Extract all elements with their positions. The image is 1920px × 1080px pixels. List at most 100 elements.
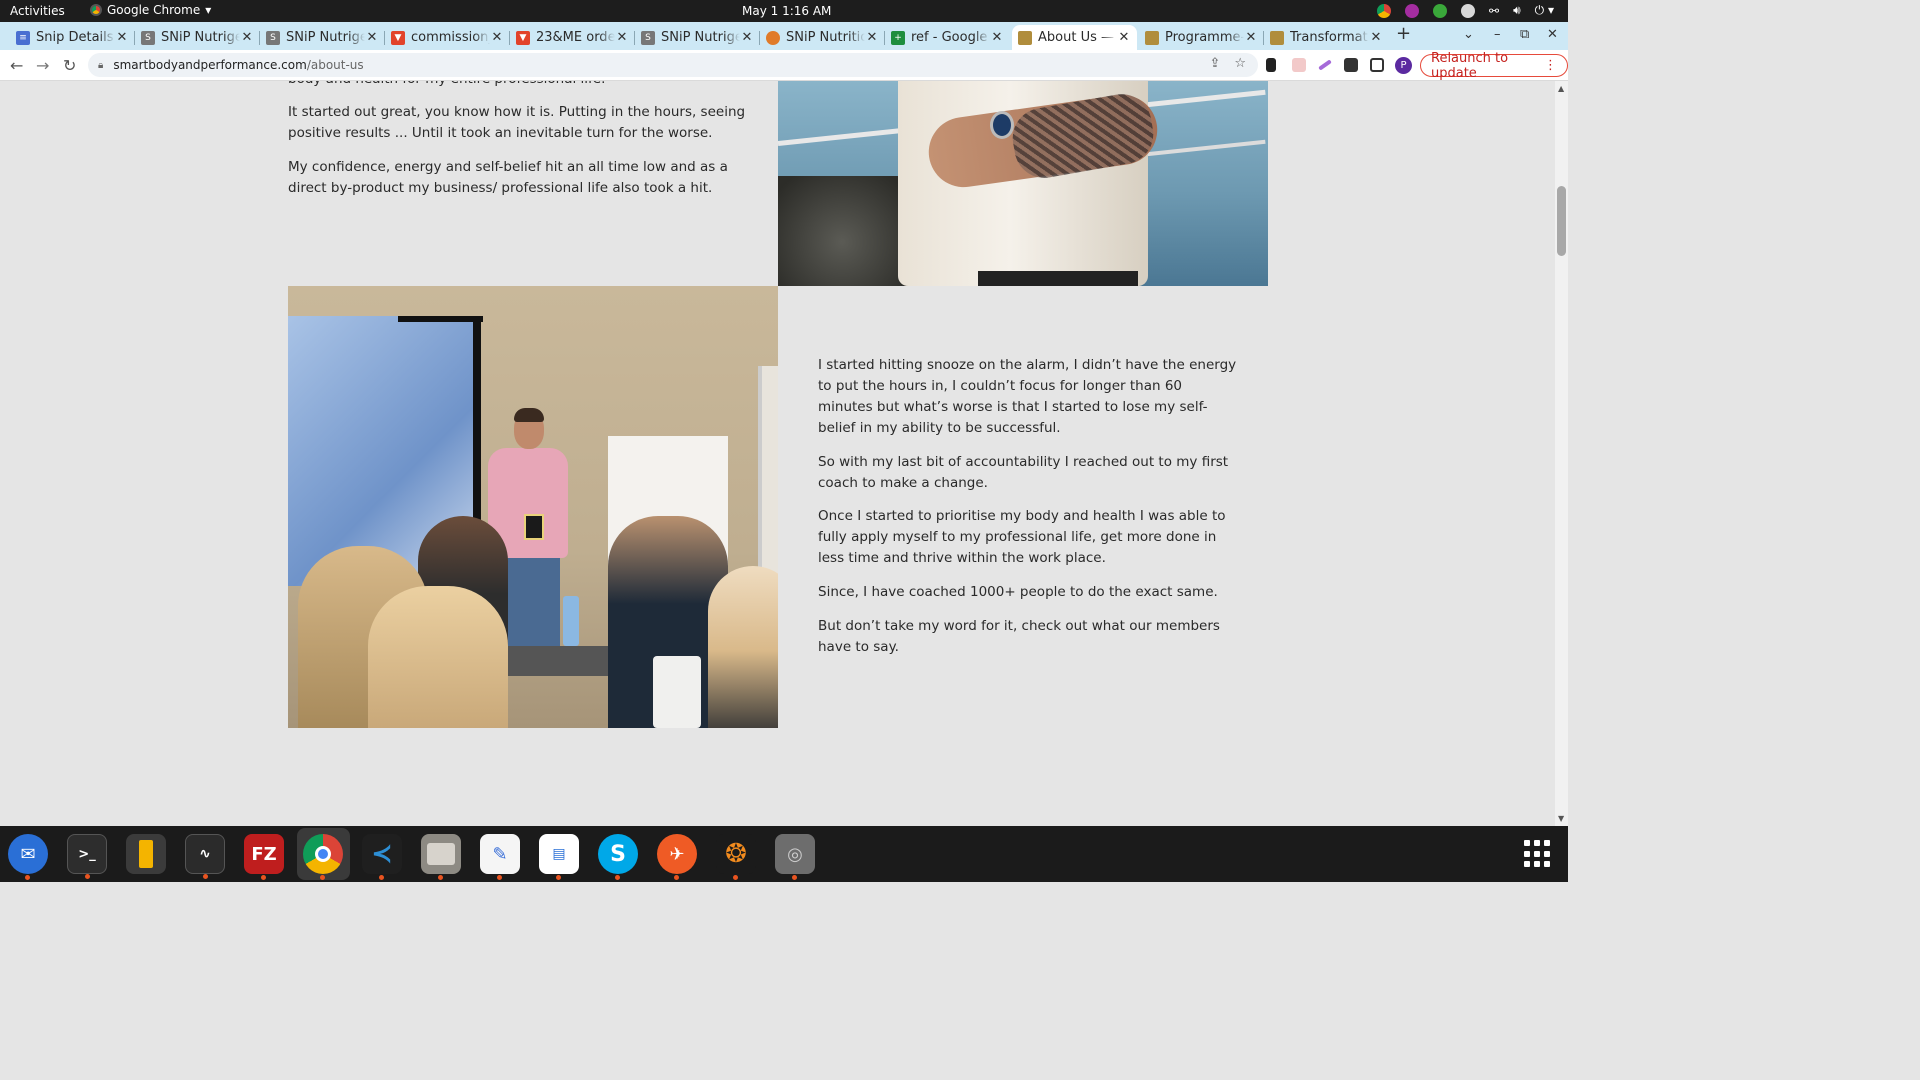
libreoffice-writer-icon[interactable]: ▤: [539, 834, 579, 880]
close-icon[interactable]: ✕: [865, 30, 879, 45]
activities-button[interactable]: Activities: [10, 4, 65, 18]
network-icon[interactable]: ⚯: [1489, 4, 1499, 18]
power-icon[interactable]: ⏻ ▾: [1535, 3, 1554, 18]
close-icon[interactable]: ✕: [1117, 30, 1131, 45]
clock[interactable]: May 1 1:16 AM: [742, 4, 831, 18]
url-path: /about-us: [306, 58, 364, 72]
close-icon[interactable]: ✕: [740, 30, 754, 45]
paragraph-cut-off: body and health for my entire profession…: [288, 81, 748, 90]
disk-icon[interactable]: ◎: [775, 834, 815, 880]
back-icon[interactable]: ←: [10, 56, 23, 75]
side-panel-icon[interactable]: [1370, 58, 1384, 72]
chrome-tray-icon[interactable]: [1377, 3, 1392, 18]
system-monitor-icon[interactable]: ∿: [185, 834, 225, 879]
scroll-down-icon[interactable]: ▼: [1558, 814, 1564, 823]
skype-icon[interactable]: S: [598, 834, 638, 880]
thunderbird-icon[interactable]: ✉: [8, 834, 48, 880]
app-menu[interactable]: Google Chrome ▾: [90, 3, 211, 17]
minimize-icon[interactable]: –: [1494, 27, 1501, 42]
files-icon[interactable]: [421, 834, 461, 880]
paragraph: Once I started to prioritise my body and…: [818, 508, 1226, 566]
extensions-puzzle-icon[interactable]: [1344, 58, 1358, 72]
site-icon: [1018, 30, 1032, 45]
tab[interactable]: Programme- ✕: [1139, 25, 1264, 50]
tab[interactable]: SNiP Nutritio ✕: [760, 25, 885, 50]
browser-toolbar: ← → ↻ 🔒︎ smartbodyandperformance.com/abo…: [0, 50, 1568, 81]
site-icon: [1145, 30, 1159, 45]
photo-presenter-seminar: [288, 286, 778, 728]
new-tab-button[interactable]: +: [1396, 23, 1411, 44]
volume-icon[interactable]: 🔊︎: [1513, 3, 1521, 18]
reload-icon[interactable]: ↻: [63, 56, 76, 75]
chrome-site-icon: [766, 30, 780, 45]
close-icon[interactable]: ✕: [240, 30, 254, 45]
paragraph: So with my last bit of accountability I …: [818, 454, 1229, 491]
filezilla-icon[interactable]: FZ: [244, 834, 284, 880]
profile-avatar[interactable]: P: [1395, 57, 1412, 74]
tab-title: ref - Google S: [911, 30, 990, 45]
close-icon[interactable]: ✕: [1244, 30, 1258, 45]
restore-icon[interactable]: ⧉: [1520, 27, 1529, 42]
show-applications-icon[interactable]: [1524, 840, 1552, 868]
tab-search-icon[interactable]: ⌄: [1463, 27, 1474, 42]
share-icon[interactable]: ⇪: [1209, 56, 1220, 71]
chrome-icon[interactable]: [303, 834, 343, 880]
close-icon[interactable]: ✕: [990, 30, 1004, 45]
accessibility-tray-icon[interactable]: [1461, 3, 1476, 18]
calculator-icon[interactable]: [126, 834, 166, 874]
text-editor-icon[interactable]: ✎: [480, 834, 520, 880]
app-menu-label: Google Chrome: [107, 3, 201, 17]
tab[interactable]: ▼ 23&ME order ✕: [510, 25, 635, 50]
eyedropper-extension-icon[interactable]: [1266, 58, 1276, 72]
tab-title: Snip Details -: [36, 30, 115, 45]
lock-icon[interactable]: 🔒︎: [98, 60, 103, 71]
tab[interactable]: + ref - Google S ✕: [885, 25, 1010, 50]
address-bar[interactable]: 🔒︎ smartbodyandperformance.com/about-us …: [88, 53, 1258, 77]
forward-icon[interactable]: →: [36, 56, 49, 75]
postman-icon[interactable]: ✈: [657, 834, 697, 880]
tab[interactable]: Transformat ✕: [1264, 25, 1389, 50]
calendar-extension-icon[interactable]: [1292, 58, 1306, 72]
system-tray[interactable]: ⚯ 🔊︎ ⏻ ▾: [1377, 3, 1554, 18]
tab-active[interactable]: About Us — I ✕: [1012, 25, 1137, 50]
tab-title: About Us — I: [1038, 30, 1117, 45]
url-host: smartbodyandperformance.com: [113, 58, 307, 72]
close-icon[interactable]: ✕: [490, 30, 504, 45]
tab[interactable]: ▼ commission_ ✕: [385, 25, 510, 50]
caret-down-icon: ▾: [205, 3, 212, 17]
paragraph: My confidence, energy and self-belief hi…: [288, 159, 728, 196]
tab-title: Programme-: [1165, 30, 1244, 45]
tab-title: commission_: [411, 30, 490, 45]
close-icon[interactable]: ✕: [115, 30, 129, 45]
tab[interactable]: ≡ Snip Details - ✕: [10, 25, 135, 50]
paragraph: But don’t take my word for it, check out…: [818, 618, 1220, 655]
hotspot-icon[interactable]: ❂: [716, 834, 756, 880]
close-icon[interactable]: ✕: [1369, 30, 1383, 45]
scroll-up-icon[interactable]: ▲: [1558, 84, 1564, 93]
update-tray-icon[interactable]: [1433, 3, 1448, 18]
app-tray-icon[interactable]: [1405, 3, 1420, 18]
sheets-icon: +: [891, 30, 905, 45]
pen-extension-icon[interactable]: [1318, 59, 1332, 71]
terminal-icon[interactable]: >_: [67, 834, 107, 879]
photo-crossed-arms: [778, 81, 1268, 286]
dock: ✉ >_ ∿ FZ ≺ ✎ ▤ S ✈ ❂ ◎: [0, 826, 1568, 882]
page-viewport: body and health for my entire profession…: [0, 81, 1555, 826]
close-icon[interactable]: ✕: [365, 30, 379, 45]
relaunch-label: Relaunch to update: [1431, 50, 1509, 81]
scroll-thumb[interactable]: [1557, 186, 1566, 256]
tab-title: SNiP Nutrige: [161, 30, 240, 45]
snip-icon: S: [641, 30, 655, 45]
snip-icon: S: [266, 30, 280, 45]
tab[interactable]: S SNiP Nutrige ✕: [135, 25, 260, 50]
close-window-icon[interactable]: ✕: [1547, 27, 1558, 42]
vscode-icon[interactable]: ≺: [362, 834, 402, 880]
tab[interactable]: S SNiP Nutrige ✕: [260, 25, 385, 50]
page-scrollbar[interactable]: ▲ ▼: [1555, 81, 1568, 826]
bookmark-star-icon[interactable]: ☆: [1234, 56, 1246, 71]
docs-icon: ≡: [16, 30, 30, 45]
tab[interactable]: S SNiP Nutrige ✕: [635, 25, 760, 50]
close-icon[interactable]: ✕: [615, 30, 629, 45]
kebab-menu-icon[interactable]: ⋮: [1544, 58, 1557, 73]
relaunch-button[interactable]: Relaunch to update ⋮: [1420, 51, 1568, 81]
